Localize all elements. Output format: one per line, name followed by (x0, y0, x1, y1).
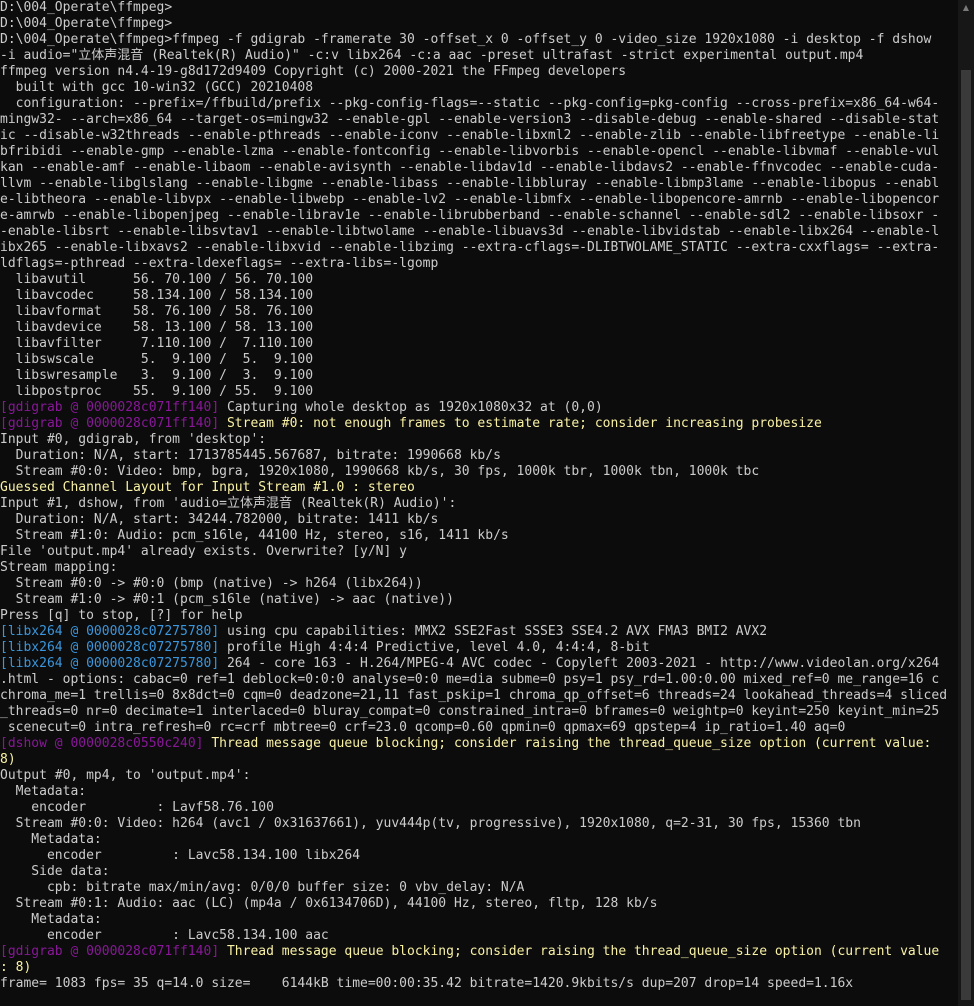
console-line: scenecut=0 intra_refresh=0 rc=crf mbtree… (0, 720, 846, 735)
console-line: libavdevice 58. 13.100 / 58. 13.100 (0, 320, 314, 335)
console-line: kan --enable-amf --enable-libaom --enabl… (0, 160, 940, 175)
console-line: Side data: (0, 864, 110, 879)
console-line: libavcodec 58.134.100 / 58.134.100 (0, 288, 314, 303)
log-message: Thread message queue blocking; consider … (203, 736, 932, 751)
terminal-output[interactable]: D:\004_Operate\ffmpeg> D:\004_Operate\ffm… (0, 0, 958, 1006)
console-line: encoder : Lavc58.134.100 libx264 (0, 848, 361, 863)
console-line: chroma_me=1 trellis=0 8x8dct=0 cqm=0 dea… (0, 688, 948, 703)
console-line: bfribidi --enable-gmp --enable-lzma --en… (0, 144, 940, 159)
scroll-up-arrow-icon[interactable]: ▲ (958, 0, 974, 16)
console-line: D:\004_Operate\ffmpeg>ffmpeg -f gdigrab … (0, 32, 932, 47)
console-line: frame= 1083 fps= 35 q=14.0 size= 6144kB … (0, 976, 854, 991)
console-line: ic --disable-w32threads --enable-pthread… (0, 128, 940, 143)
console-line: [libx264 @ 0000028c07275780] using cpu c… (0, 624, 767, 640)
console-line: Duration: N/A, start: 1713785445.567687,… (0, 448, 501, 463)
console-line: e-amrwb --enable-libopenjpeg --enable-li… (0, 208, 940, 223)
console-line: cpb: bitrate max/min/avg: 0/0/0 buffer s… (0, 880, 525, 895)
console-line: Stream #0:0: Video: h264 (avc1 / 0x31637… (0, 816, 861, 831)
console-line: [gdigrab @ 0000028c071ff140] Thread mess… (0, 944, 939, 960)
console-line: 8) (0, 752, 16, 767)
console-line: Stream #1:0: Audio: pcm_s16le, 44100 Hz,… (0, 528, 509, 543)
console-line: configuration: --prefix=/ffbuild/prefix … (0, 96, 940, 111)
console-line: [gdigrab @ 0000028c071ff140] Stream #0: … (0, 416, 822, 432)
console-line: libswresample 3. 9.100 / 3. 9.100 (0, 368, 314, 383)
console-line: Stream #1:0 -> #0:1 (pcm_s16le (native) … (0, 592, 454, 607)
console-line: File 'output.mp4' already exists. Overwr… (0, 544, 407, 559)
console-line: libpostproc 55. 9.100 / 55. 9.100 (0, 384, 314, 399)
console-line: Metadata: (0, 912, 102, 927)
log-message: 264 - core 163 - H.264/MPEG-4 AVC codec … (219, 656, 940, 671)
log-message: profile High 4:4:4 Predictive, level 4.0… (219, 640, 650, 655)
console-line: built with gcc 10-win32 (GCC) 20210408 (0, 80, 314, 95)
scrollbar-thumb[interactable] (961, 70, 971, 1000)
console-line: [libx264 @ 0000028c07275780] 264 - core … (0, 656, 939, 672)
console-line: libavfilter 7.110.100 / 7.110.100 (0, 336, 314, 351)
console-line: [dshow @ 0000028c0550c240] Thread messag… (0, 736, 931, 752)
console-line: Stream #0:0 -> #0:0 (bmp (native) -> h26… (0, 576, 423, 591)
console-line: Input #1, dshow, from 'audio=立体声混音 (Real… (0, 496, 457, 511)
log-source-tag: [gdigrab @ 0000028c071ff140] (0, 944, 220, 959)
log-source-tag: [libx264 @ 0000028c07275780] (0, 640, 220, 655)
console-line: encoder : Lavc58.134.100 aac (0, 928, 329, 943)
console-line: libavutil 56. 70.100 / 56. 70.100 (0, 272, 314, 287)
console-line: libavformat 58. 76.100 / 58. 76.100 (0, 304, 314, 319)
console-line: Press [q] to stop, [?] for help (0, 608, 243, 623)
console-line: Output #0, mp4, to 'output.mp4': (0, 768, 251, 783)
console-line: ldflags=-pthread --extra-ldexeflags= --e… (0, 256, 439, 271)
console-line: Stream #0:0: Video: bmp, bgra, 1920x1080… (0, 464, 760, 479)
console-line: Guessed Channel Layout for Input Stream … (0, 480, 415, 495)
vertical-scrollbar[interactable]: ▲ (958, 0, 974, 1006)
log-message: Stream #0: not enough frames to estimate… (219, 416, 822, 431)
console-line: ibx265 --enable-libxavs2 --enable-libxvi… (0, 240, 940, 255)
console-line: D:\004_Operate\ffmpeg> (0, 0, 173, 15)
log-source-tag: [gdigrab @ 0000028c071ff140] (0, 416, 220, 431)
log-source-tag: [gdigrab @ 0000028c071ff140] (0, 400, 220, 415)
console-line: libswscale 5. 9.100 / 5. 9.100 (0, 352, 314, 367)
console-line: Stream #0:1: Audio: aac (LC) (mp4a / 0x6… (0, 896, 658, 911)
console-line: ffmpeg version n4.4-19-g8d172d9409 Copyr… (0, 64, 627, 79)
console-line: .html - options: cabac=0 ref=1 deblock=0… (0, 672, 940, 687)
console-line: encoder : Lavf58.76.100 (0, 800, 274, 815)
log-source-tag: [libx264 @ 0000028c07275780] (0, 656, 220, 671)
console-line: [gdigrab @ 0000028c071ff140] Capturing w… (0, 400, 603, 416)
console-line: : 8) (0, 960, 32, 975)
console-line: Duration: N/A, start: 34244.782000, bitr… (0, 512, 439, 527)
console-line: Metadata: (0, 832, 102, 847)
console-line: D:\004_Operate\ffmpeg> (0, 16, 173, 31)
console-line: -i audio="立体声混音 (Realtek(R) Audio)" -c:v… (0, 48, 864, 63)
console-line: Metadata: (0, 784, 87, 799)
console-line: -enable-libsrt --enable-libsvtav1 --enab… (0, 224, 940, 239)
console-line: _threads=0 nr=0 decimate=1 interlaced=0 … (0, 704, 940, 719)
console-line: e-libtheora --enable-libvpx --enable-lib… (0, 192, 940, 207)
log-message: Thread message queue blocking; consider … (219, 944, 940, 959)
console-line: Stream mapping: (0, 560, 118, 575)
console-line: llvm --enable-libglslang --enable-libgme… (0, 176, 940, 191)
console-line: [libx264 @ 0000028c07275780] profile Hig… (0, 640, 650, 656)
log-message: Capturing whole desktop as 1920x1080x32 … (219, 400, 603, 415)
console-line: Input #0, gdigrab, from 'desktop': (0, 432, 267, 447)
log-source-tag: [libx264 @ 0000028c07275780] (0, 624, 220, 639)
log-message: using cpu capabilities: MMX2 SSE2Fast SS… (219, 624, 768, 639)
console-line: mingw32- --arch=x86_64 --target-os=mingw… (0, 112, 940, 127)
log-source-tag: [dshow @ 0000028c0550c240] (0, 736, 204, 751)
